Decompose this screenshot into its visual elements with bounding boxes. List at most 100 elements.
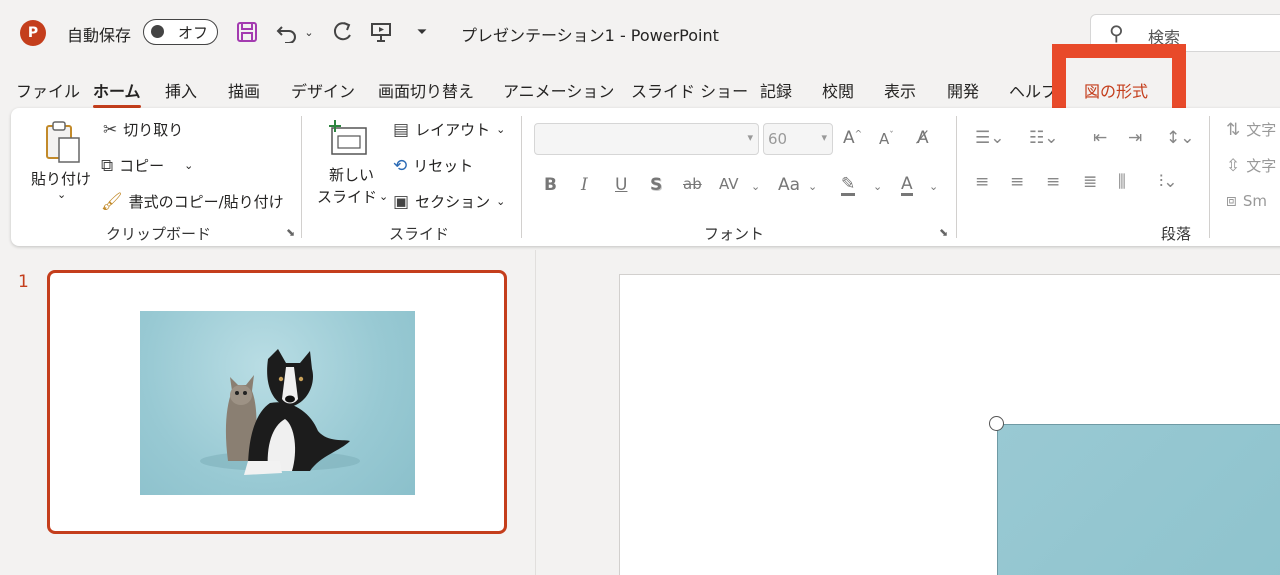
bullets-icon[interactable]: ☰⌄ bbox=[975, 128, 1004, 148]
search-icon: ⚲ bbox=[1109, 21, 1124, 45]
save-icon[interactable] bbox=[234, 18, 260, 46]
pane-divider bbox=[535, 250, 536, 575]
paragraph-group-label: 段落 bbox=[1161, 225, 1192, 243]
format-painter-button[interactable]: 🖌 書式のコピー/貼り付け bbox=[101, 191, 284, 212]
tab-view[interactable]: 表示 bbox=[884, 78, 916, 102]
char-spacing-dropdown-icon[interactable]: ⌄ bbox=[751, 180, 760, 193]
increase-indent-icon[interactable]: ⇥ bbox=[1128, 128, 1142, 148]
tab-design[interactable]: デザイン bbox=[291, 78, 355, 102]
clear-format-icon[interactable]: A̸ bbox=[917, 128, 929, 148]
justify-icon[interactable]: ≣ bbox=[1083, 172, 1097, 192]
char-spacing-button[interactable]: AV bbox=[719, 175, 739, 193]
ribbon-home: 貼り付け ⌄ ✂ 切り取り ⧉ コピー ⌄ 🖌 書式のコピー/貼り付け クリップ… bbox=[11, 108, 1280, 246]
new-slide-icon bbox=[326, 118, 370, 162]
autosave-state: オフ bbox=[178, 24, 209, 42]
cut-label: 切り取り bbox=[123, 121, 184, 139]
resize-handle-top-left[interactable] bbox=[989, 416, 1004, 431]
tab-file[interactable]: ファイル bbox=[16, 78, 80, 102]
new-slide-button[interactable]: スライド ⌄ bbox=[317, 186, 388, 207]
tab-insert[interactable]: 挿入 bbox=[165, 78, 197, 102]
highlight-dropdown-icon[interactable]: ⌄ bbox=[873, 180, 882, 193]
clipboard-launcher-icon[interactable]: ⬊ bbox=[286, 226, 295, 239]
paste-button[interactable]: 貼り付け bbox=[31, 168, 91, 189]
slide-number: 1 bbox=[18, 272, 29, 292]
underline-button[interactable]: U bbox=[615, 175, 627, 195]
tab-record[interactable]: 記録 bbox=[760, 78, 792, 102]
autosave-toggle[interactable]: オフ bbox=[143, 19, 218, 45]
document-title: プレゼンテーション1 - PowerPoint bbox=[461, 26, 719, 45]
undo-dropdown-icon[interactable]: ⌄ bbox=[302, 18, 316, 46]
new-slide-dropdown-icon: ⌄ bbox=[379, 190, 389, 203]
tab-home[interactable]: ホーム bbox=[93, 78, 141, 108]
tab-review[interactable]: 校閲 bbox=[822, 78, 854, 102]
customize-qat-icon[interactable]: ⏷ bbox=[412, 18, 432, 46]
font-color-dropdown-icon[interactable]: ⌄ bbox=[929, 180, 938, 193]
cat-and-dog-photo bbox=[200, 349, 360, 475]
tab-help[interactable]: ヘルプ bbox=[1009, 78, 1053, 102]
align-right-icon[interactable]: ≡ bbox=[1046, 172, 1060, 192]
clipboard-icon bbox=[43, 120, 83, 168]
slide-thumbnail[interactable] bbox=[47, 270, 507, 534]
align-text-button[interactable]: ⇳ 文字 bbox=[1226, 155, 1276, 176]
slides-group-label: スライド bbox=[389, 225, 450, 243]
shrink-font-icon[interactable]: Aˇ bbox=[879, 130, 894, 148]
copy-icon: ⧉ bbox=[101, 155, 114, 176]
font-size-combo[interactable]: 60 ▾ bbox=[763, 123, 833, 155]
font-color-button[interactable]: A bbox=[901, 175, 913, 196]
tab-developer[interactable]: 開発 bbox=[947, 78, 979, 102]
group-divider bbox=[956, 116, 957, 238]
undo-icon[interactable] bbox=[274, 18, 300, 46]
grow-font-icon[interactable]: A^ bbox=[843, 128, 862, 148]
highlight-color-icon[interactable]: ✎ bbox=[841, 175, 856, 196]
font-launcher-icon[interactable]: ⬊ bbox=[939, 226, 948, 239]
font-name-combo[interactable]: ▾ bbox=[534, 123, 759, 155]
selected-picture[interactable] bbox=[997, 424, 1280, 575]
layout-button[interactable]: ▤ レイアウト ⌄ bbox=[393, 119, 505, 140]
strikethrough-button[interactable]: ab bbox=[683, 175, 702, 193]
text-direction-icon: ⇅ bbox=[1226, 119, 1241, 140]
smartart-label: Sm bbox=[1242, 192, 1267, 210]
columns-icon[interactable]: ⫶⌄ bbox=[1159, 172, 1178, 192]
tab-draw[interactable]: 描画 bbox=[228, 78, 260, 102]
group-divider bbox=[1209, 116, 1210, 238]
text-direction-button[interactable]: ⇅ 文字 bbox=[1226, 119, 1276, 140]
change-case-button[interactable]: Aa bbox=[778, 175, 800, 195]
tab-animations[interactable]: アニメーション bbox=[503, 78, 614, 102]
font-group-label: フォント bbox=[704, 225, 765, 243]
text-direction-label: 文字 bbox=[1246, 121, 1277, 139]
numbering-icon[interactable]: ☷⌄ bbox=[1029, 128, 1058, 148]
autosave-label: 自動保存 bbox=[67, 26, 132, 45]
present-icon[interactable] bbox=[368, 18, 394, 46]
italic-button[interactable]: I bbox=[581, 175, 588, 195]
distribute-icon[interactable]: ⫼ bbox=[1118, 172, 1126, 192]
shadow-button[interactable]: S bbox=[650, 175, 662, 195]
align-text-label: 文字 bbox=[1246, 157, 1277, 175]
tab-slideshow[interactable]: スライド ショー bbox=[631, 78, 748, 102]
smartart-button[interactable]: ⧈ Sm bbox=[1226, 191, 1267, 211]
align-text-icon: ⇳ bbox=[1226, 155, 1241, 176]
new-slide-label-1[interactable]: 新しい bbox=[329, 164, 374, 185]
format-painter-label: 書式のコピー/貼り付け bbox=[128, 193, 284, 211]
reset-button[interactable]: ⟲ リセット bbox=[393, 155, 473, 176]
section-button[interactable]: ▣ セクション ⌄ bbox=[393, 191, 505, 212]
copy-button[interactable]: ⧉ コピー ⌄ bbox=[101, 155, 193, 176]
powerpoint-logo-icon: P bbox=[20, 20, 49, 46]
redo-icon[interactable] bbox=[330, 18, 356, 46]
layout-label: レイアウト bbox=[415, 121, 491, 139]
bold-button[interactable]: B bbox=[544, 175, 557, 195]
tab-transitions[interactable]: 画面切り替え bbox=[378, 78, 474, 102]
paste-dropdown-icon[interactable]: ⌄ bbox=[57, 188, 66, 201]
section-dropdown-icon: ⌄ bbox=[496, 195, 506, 208]
layout-dropdown-icon: ⌄ bbox=[496, 123, 506, 136]
align-center-icon[interactable]: ≡ bbox=[1010, 172, 1024, 192]
group-divider bbox=[301, 116, 302, 238]
cut-button[interactable]: ✂ 切り取り bbox=[103, 119, 183, 140]
font-size-value: 60 bbox=[768, 130, 788, 148]
decrease-indent-icon[interactable]: ⇤ bbox=[1093, 128, 1107, 148]
change-case-dropdown-icon[interactable]: ⌄ bbox=[808, 180, 817, 193]
font-name-dropdown-icon: ▾ bbox=[747, 131, 753, 144]
thumbnail-picture bbox=[140, 311, 415, 495]
reset-icon: ⟲ bbox=[393, 155, 408, 176]
align-left-icon[interactable]: ≡ bbox=[975, 172, 989, 192]
line-spacing-icon[interactable]: ↕⌄ bbox=[1166, 128, 1195, 148]
